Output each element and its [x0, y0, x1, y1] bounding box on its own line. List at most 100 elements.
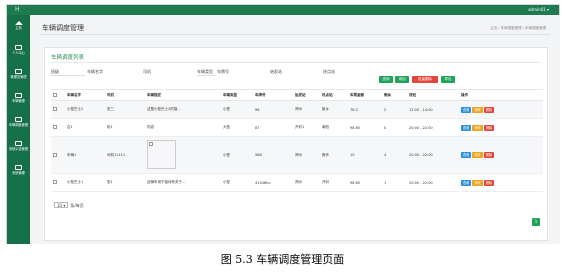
table-cell: 内容	[145, 118, 221, 137]
vehicle-image	[147, 140, 176, 169]
table-cell: 开封	[320, 173, 348, 192]
row-checkbox[interactable]	[53, 180, 57, 184]
filter-type-select[interactable]	[197, 75, 215, 76]
figure-caption: 图 5.3 车辆调度管理页面	[220, 253, 345, 266]
table-cell: 焦作	[320, 136, 348, 174]
table-cell: 车辆1	[65, 136, 105, 174]
view-button[interactable]: 查看	[461, 179, 472, 186]
broken-image-icon	[149, 142, 153, 146]
table-cell: 小型巴士2	[65, 100, 105, 119]
monitor-icon	[15, 141, 22, 146]
table-cell: 0	[382, 118, 407, 137]
delete-button[interactable]: 删除	[483, 152, 495, 158]
add-button[interactable]: 添加	[395, 76, 409, 83]
column-header: 操作	[459, 89, 543, 101]
column-header: 司机	[105, 89, 145, 101]
top-bar: H admin01 ▾	[7, 5, 559, 15]
edit-button[interactable]: 修改	[472, 106, 483, 113]
delete-button[interactable]: 删除	[483, 124, 495, 131]
column-header: 车票金额	[348, 89, 382, 101]
sidebar-item-dispatch[interactable]: 车辆调度管理	[7, 117, 30, 127]
table-row: 车辆1 司机11111 小型 588 郑州 焦作 10 4 20:00 - 22…	[51, 136, 543, 174]
table-cell: 12:00 - 14:00	[407, 100, 459, 119]
table-cell: 78.2	[348, 100, 382, 119]
table-cell: 20:00 - 22:00	[407, 173, 459, 192]
column-header: 车辆类型	[221, 89, 253, 101]
row-checkbox[interactable]	[53, 152, 57, 157]
sidebar-item-system[interactable]: 系统管理	[7, 165, 30, 175]
row-actions: 查看 修改 删除	[459, 173, 543, 192]
row-select-cell	[51, 118, 65, 137]
table-row: 小型巴士1 张1 这辆车用于接待有关于... 小型 41546hu 郑州 开封 …	[51, 173, 543, 192]
table-cell: 96	[253, 100, 293, 119]
table-cell: 4	[382, 136, 407, 174]
row-actions: 查看 修改 删除	[459, 118, 543, 137]
sidebar-item-notices[interactable]: 系统公告管理	[7, 141, 30, 151]
vehicle-image-cell	[145, 136, 221, 174]
app-window: H admin01 ▾ 主页 个人中心 管理员管理 车辆管理 车辆调度管理 系统…	[6, 4, 560, 244]
table-cell: 司机11111	[105, 136, 145, 174]
monitor-icon	[15, 93, 22, 98]
list-panel: 车辆调度列表 班级 车辆名字 司机 车辆类型 车牌号 始发站 终点站 查询 添加…	[44, 47, 548, 241]
row-select-cell	[51, 173, 65, 192]
home-icon	[14, 21, 23, 25]
page-size-value: 10	[57, 203, 63, 208]
sidebar-item-label: 系统公告管理	[8, 147, 29, 151]
column-header: 始发站	[293, 89, 320, 101]
table-header-row: 车辆名字 司机 车辆描述 车辆类型 车牌号 始发站 终点站 车票金额 剩余 排班…	[51, 89, 543, 101]
row-checkbox[interactable]	[53, 107, 57, 111]
page-size-select[interactable]: 10 ▾	[54, 202, 69, 208]
monitor-icon	[15, 69, 22, 74]
column-header: 排班	[407, 89, 459, 101]
edit-button[interactable]: 修改	[472, 124, 483, 131]
table-cell: 588	[253, 136, 293, 174]
row-checkbox[interactable]	[53, 125, 57, 129]
table-cell: 98.65	[348, 118, 382, 137]
delete-button[interactable]: 删除	[483, 179, 495, 186]
sidebar-item-vehicles[interactable]: 车辆管理	[7, 93, 30, 103]
app-logo: H	[15, 6, 20, 13]
filter-class-select[interactable]	[51, 75, 85, 76]
table-cell: 开封1	[293, 118, 320, 137]
table-cell: 这辆车用于接待有关于...	[145, 173, 221, 192]
table-cell: 1	[382, 173, 407, 192]
export-button[interactable]: 导出	[441, 76, 455, 83]
delete-button[interactable]: 删除	[483, 106, 495, 113]
edit-button[interactable]: 修改	[472, 179, 483, 186]
divider	[51, 62, 541, 63]
batch-delete-button[interactable]: 批量删除	[412, 76, 438, 83]
view-button[interactable]: 查看	[461, 152, 472, 158]
table-cell: 郑州	[293, 136, 320, 174]
page-size-control: 10 ▾ 条/每页	[54, 202, 84, 209]
sidebar-item-label: 个人中心	[12, 51, 25, 55]
sidebar-item-admins[interactable]: 管理员管理	[7, 69, 30, 79]
page-size-suffix: 条/每页	[70, 203, 84, 208]
edit-button[interactable]: 修改	[472, 152, 483, 158]
view-button[interactable]: 查看	[461, 106, 472, 113]
table-cell: 小型	[221, 173, 253, 192]
sidebar-item-home[interactable]: 主页	[7, 21, 30, 30]
column-header: 车辆名字	[65, 89, 105, 101]
panel-title: 车辆调度列表	[51, 55, 85, 61]
filter-origin-label: 始发站	[270, 69, 282, 74]
filter-destination-label: 终点站	[323, 69, 335, 74]
row-select-cell	[51, 100, 65, 119]
sidebar-item-profile[interactable]: 个人中心	[7, 45, 30, 55]
table-cell: 这是小型巴士2的描...	[145, 100, 221, 119]
table-cell: 小型	[221, 136, 253, 174]
column-header: 车辆描述	[145, 89, 221, 101]
table-cell: 张1	[105, 173, 145, 192]
sidebar-item-label: 系统管理	[12, 171, 25, 175]
column-header: 剩余	[382, 89, 407, 101]
table-cell: 新乡	[320, 100, 348, 119]
pagination-current-page[interactable]: 1	[532, 218, 540, 226]
table-cell: 阮1	[105, 118, 145, 137]
monitor-icon	[15, 45, 22, 50]
select-all-checkbox[interactable]	[53, 92, 57, 97]
main-content: 车辆调度管理 主页 / 车辆调度管理 / 车辆调度管理 车辆调度列表 班级 车辆…	[30, 15, 560, 244]
row-actions: 查看 修改 删除	[459, 136, 543, 174]
sidebar-item-label: 管理员管理	[10, 75, 27, 79]
search-button[interactable]: 查询	[379, 76, 393, 83]
view-button[interactable]: 查看	[461, 124, 472, 131]
admin-menu[interactable]: admin01 ▾	[528, 7, 549, 12]
